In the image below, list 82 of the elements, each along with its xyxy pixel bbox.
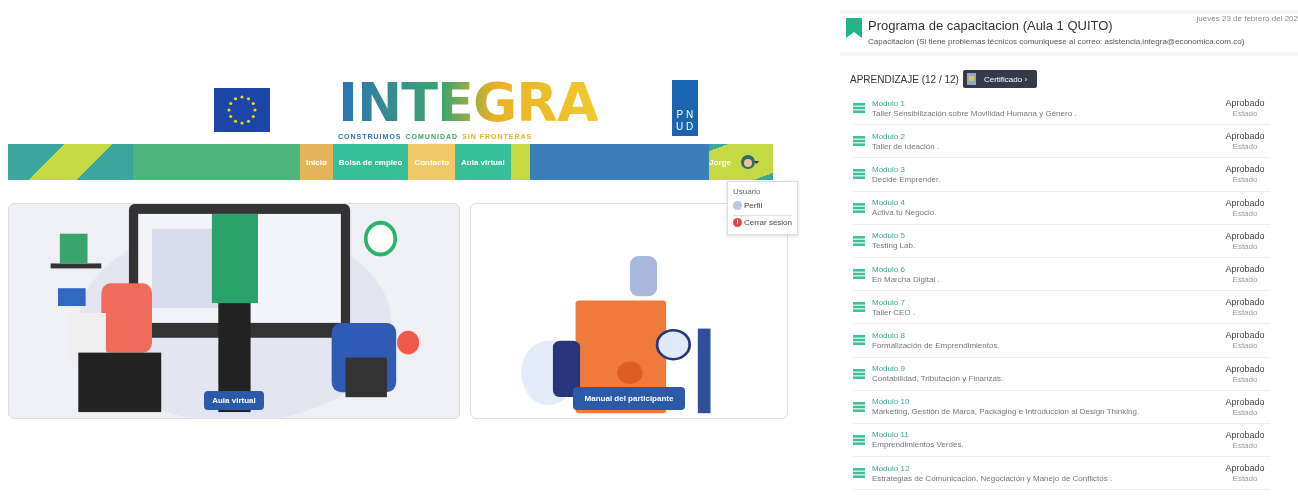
module-description: Estrategias de Comunicación, Negociación y Manejo de Conflictos . (872, 473, 1114, 483)
module-description: Marketing, Gestión de Marca, Packaging e Introducción al Design Thinking. (872, 407, 1141, 417)
module-icon (853, 103, 865, 114)
status-value: Aprobado (1225, 330, 1265, 341)
status-value: Aprobado (1225, 363, 1265, 374)
module-description: Contabilidad, Tributación y Finanzas. (872, 374, 1005, 384)
status-label: Estado (1232, 407, 1258, 417)
module-link[interactable]: Modulo 12 (872, 463, 1220, 473)
module-description: Decide Emprender. (872, 174, 942, 184)
certificate-button[interactable]: Certificado › (962, 70, 1038, 88)
status-label: Estado (1232, 474, 1258, 484)
profile-icon (733, 201, 742, 210)
menu-item[interactable]: Perfil (733, 199, 792, 212)
module-link[interactable]: Modulo 5 (872, 231, 1220, 241)
status-label: Estado (1232, 109, 1258, 119)
status-value: Aprobado (1225, 131, 1265, 142)
bookmark-icon (846, 18, 862, 38)
nav-link[interactable]: Bolsa de empleo (332, 144, 409, 180)
module-icon (853, 434, 865, 445)
status-value: Aprobado (1225, 463, 1265, 474)
status-label: Estado (1232, 341, 1258, 351)
status-label: Estado (1232, 308, 1258, 318)
avatar-icon[interactable] (741, 155, 759, 169)
status-value: Aprobado (1225, 98, 1265, 109)
status-label: Estado (1232, 440, 1258, 450)
status-value: Aprobado (1225, 164, 1265, 175)
course-title: Programa de capacitacion (Aula 1 QUITO) (868, 18, 1113, 33)
module-description: En Marcha Digital . (872, 274, 941, 284)
status-value: Aprobado (1225, 396, 1265, 407)
module-link[interactable]: Modulo 3 (872, 164, 1220, 174)
partner-logo: P N U D (671, 80, 698, 136)
nav-link[interactable]: Aula virtual (455, 144, 511, 180)
module-icon (853, 136, 865, 147)
module-icon (853, 335, 865, 346)
nav-link[interactable]: Inicio (299, 144, 333, 180)
module-description: Taller CEO . (872, 307, 917, 317)
manual-button[interactable]: Manual del participante (572, 387, 686, 410)
status-value: Aprobado (1225, 297, 1265, 308)
menu-item[interactable]: Cerrar sesion (733, 215, 792, 229)
status-value: Aprobado (1225, 230, 1265, 241)
module-description: Emprendimientos Verdes. (872, 440, 965, 450)
module-link[interactable]: Modulo 8 (872, 330, 1220, 340)
power-icon (733, 218, 742, 227)
status-label: Estado (1232, 142, 1258, 152)
module-link[interactable]: Modulo 1 (872, 98, 1220, 108)
module-icon (853, 235, 865, 246)
module-icon (853, 169, 865, 180)
status-value: Aprobado (1225, 197, 1265, 208)
status-value: Aprobado (1225, 429, 1265, 440)
module-icon (853, 302, 865, 313)
module-description: Activa tu Negocio. (872, 208, 938, 218)
module-icon (853, 269, 865, 280)
status-label: Estado (1232, 241, 1258, 251)
module-link[interactable]: Modulo 11 (872, 430, 1220, 440)
nav-link[interactable]: Contacto (408, 144, 456, 180)
module-description: Taller Sensibilización sobre Movilidad Humana y Género . (872, 108, 1078, 118)
module-description: Taller de Ideación . (872, 141, 941, 151)
classroom-button[interactable]: Aula virtual (204, 391, 264, 410)
date-text: jueves 23 de febrero del 202 (1196, 14, 1298, 23)
flag-logo (214, 88, 270, 132)
status-label: Estado (1232, 275, 1258, 285)
module-link[interactable]: Modulo 9 (872, 364, 1220, 374)
status-value: Aprobado (1225, 264, 1265, 275)
menu-heading: Usuario (733, 187, 762, 196)
certificate-icon (966, 73, 976, 85)
course-subtitle: Capacitacion (Si tiene problemas técnicos comuniquese al correo: asistencia.integra@economica.com.co) (868, 37, 1245, 46)
module-description: Testing Lab. (872, 241, 917, 251)
status-label: Estado (1232, 175, 1258, 185)
module-link[interactable]: Modulo 10 (872, 397, 1220, 407)
module-icon (853, 401, 865, 412)
module-description: Formalización de Emprendimientos. (872, 340, 1001, 350)
module-link[interactable]: Modulo 6 (872, 264, 1220, 274)
module-link[interactable]: Modulo 4 (872, 198, 1220, 208)
status-label: Estado (1232, 208, 1258, 218)
module-icon (853, 468, 865, 479)
section-title: APRENDIZAJE (12 / 12) (850, 73, 959, 85)
status-label: Estado (1232, 374, 1258, 384)
user-name[interactable]: Jorge (709, 157, 731, 167)
module-link[interactable]: Modulo 7 (872, 297, 1220, 307)
module-link[interactable]: Modulo 2 (872, 131, 1220, 141)
module-icon (853, 202, 865, 213)
module-icon (853, 368, 865, 379)
